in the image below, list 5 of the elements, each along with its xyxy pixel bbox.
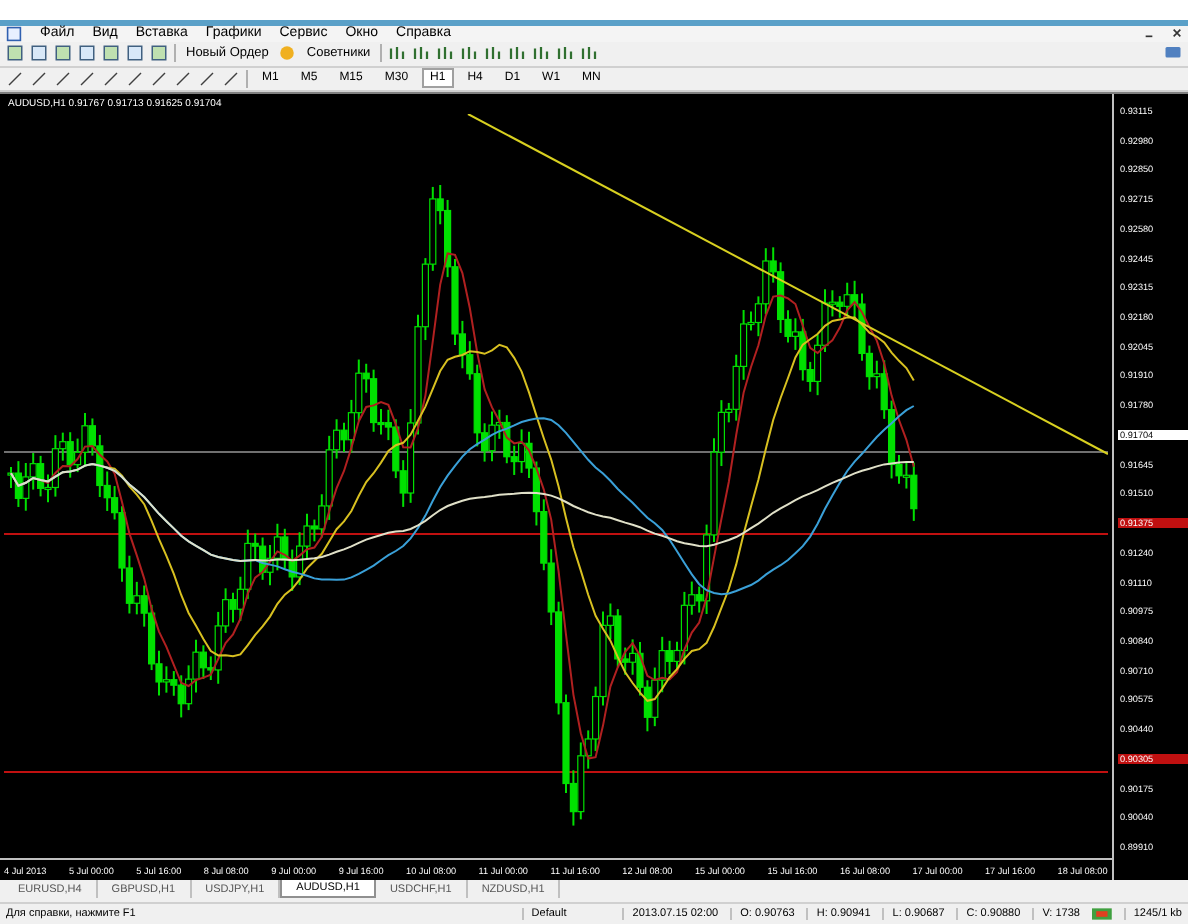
bar-chart-icon[interactable] — [508, 44, 527, 63]
connection-icon — [1091, 907, 1112, 920]
bar-chart-icon[interactable] — [388, 44, 407, 63]
close-icon[interactable] — [1172, 28, 1182, 39]
trend-line-icon[interactable] — [102, 69, 120, 88]
